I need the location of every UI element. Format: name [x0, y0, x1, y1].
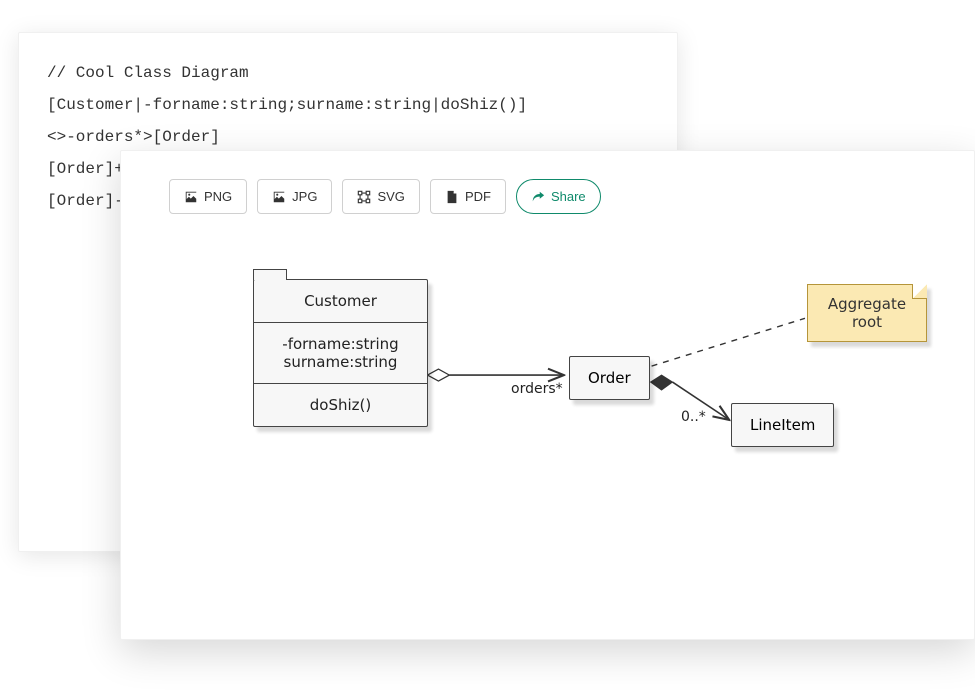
share-label: Share [551, 189, 586, 204]
export-jpg-button[interactable]: JPG [257, 179, 332, 214]
share-icon [531, 190, 545, 204]
export-jpg-label: JPG [292, 189, 317, 204]
class-name: Customer [254, 280, 427, 322]
edge-label-mult: 0..* [681, 409, 706, 425]
edge-customer-order [427, 369, 563, 381]
class-lineitem[interactable]: LineItem [731, 403, 834, 447]
class-name: LineItem [750, 416, 815, 434]
note-aggregate-root[interactable]: Aggregate root [807, 284, 927, 342]
note-line: Aggregate [822, 295, 912, 313]
export-png-button[interactable]: PNG [169, 179, 247, 214]
export-png-label: PNG [204, 189, 232, 204]
diagram-panel: PNG JPG SVG PDF Share [120, 150, 975, 640]
export-pdf-label: PDF [465, 189, 491, 204]
export-svg-label: SVG [377, 189, 404, 204]
file-icon [445, 190, 459, 204]
export-svg-button[interactable]: SVG [342, 179, 419, 214]
edge-order-note [652, 318, 805, 366]
share-button[interactable]: Share [516, 179, 601, 214]
edge-label-orders: orders* [511, 381, 563, 397]
attr: -forname:string [270, 335, 411, 353]
class-order[interactable]: Order [569, 356, 650, 400]
image-icon [272, 190, 286, 204]
class-name: Order [588, 369, 631, 387]
class-attributes: -forname:string surname:string [254, 322, 427, 383]
image-icon [184, 190, 198, 204]
note-line: root [822, 313, 912, 331]
class-customer[interactable]: Customer -forname:string surname:string … [253, 279, 428, 427]
export-toolbar: PNG JPG SVG PDF Share [169, 179, 601, 214]
export-pdf-button[interactable]: PDF [430, 179, 506, 214]
vector-icon [357, 190, 371, 204]
class-tab [253, 269, 287, 280]
class-methods: doShiz() [254, 383, 427, 426]
attr: surname:string [270, 353, 411, 371]
